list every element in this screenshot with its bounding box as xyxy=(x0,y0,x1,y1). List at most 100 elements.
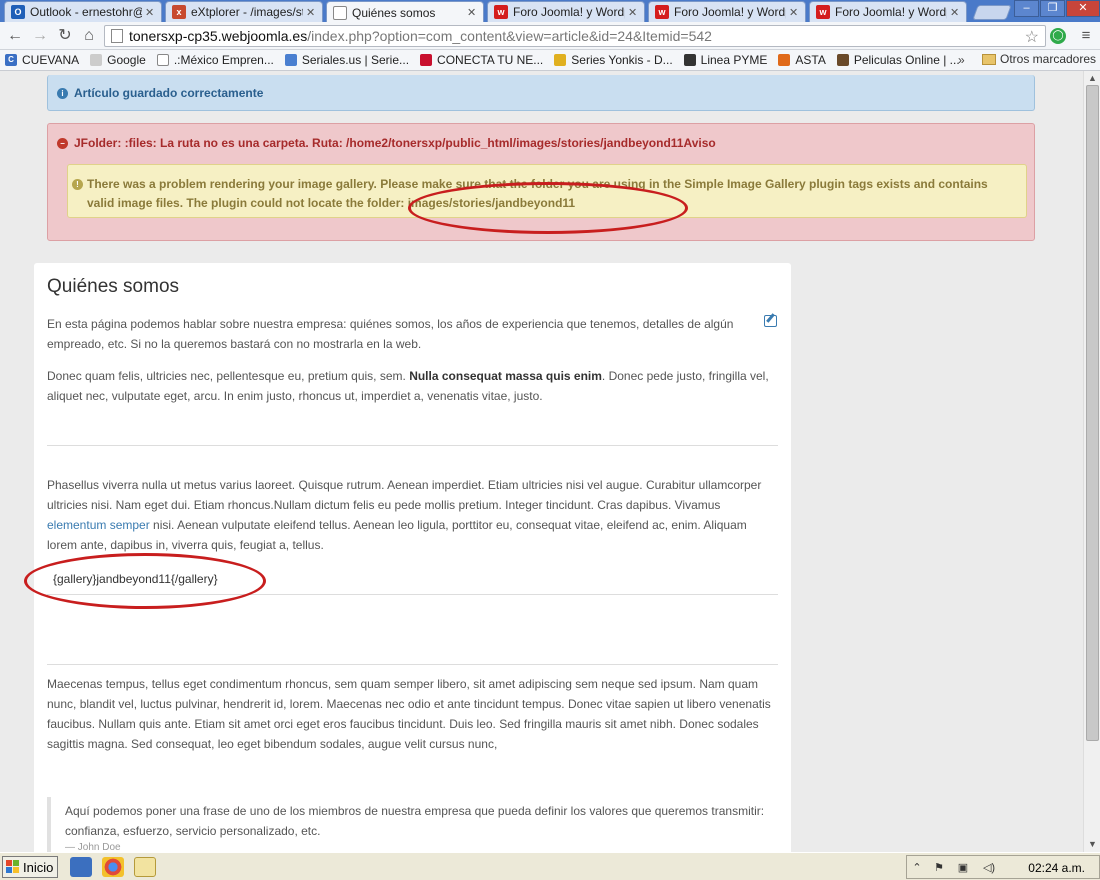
bookmark-label: Series Yonkis - D... xyxy=(571,53,673,67)
browser-tab[interactable]: x eXtplorer - /images/st ✕ xyxy=(165,1,323,22)
quote-text: Aquí podemos poner una frase de uno de l… xyxy=(65,804,765,838)
quicklaunch-ie-icon[interactable] xyxy=(70,857,92,877)
article-card: Quiénes somos En esta página podemos hab… xyxy=(34,263,791,852)
explorer-icon[interactable] xyxy=(134,857,156,877)
tab-close-icon[interactable]: ✕ xyxy=(467,6,477,19)
chrome-icon[interactable] xyxy=(102,857,124,877)
start-button[interactable]: Inicio xyxy=(2,856,58,878)
success-alert: i Artículo guardado correctamente xyxy=(47,75,1035,111)
article-title: Quiénes somos xyxy=(47,276,180,297)
page-icon xyxy=(333,5,347,20)
bookmark-star-icon[interactable]: ☆ xyxy=(1025,27,1039,47)
volume-icon[interactable]: ◁) xyxy=(981,861,997,874)
system-tray: ⌃ ⚑ ▣ ◁) 02:24 a.m. xyxy=(906,855,1100,879)
page-icon xyxy=(111,29,123,43)
bookmark-label: Google xyxy=(107,53,146,67)
bookmark-label: .:México Empren... xyxy=(173,53,274,67)
tab-close-icon[interactable]: ✕ xyxy=(628,6,638,19)
bookmark-item[interactable]: Series Yonkis - D... xyxy=(549,53,678,67)
quote-author: — John Doe xyxy=(65,842,121,852)
tab-title: Foro Joomla! y Wordp xyxy=(513,5,625,19)
bookmark-item[interactable]: Google xyxy=(85,53,152,67)
bookmark-item[interactable]: Linea PYME xyxy=(679,53,774,67)
tab-title: Outlook - ernestohr@ xyxy=(30,5,142,19)
browser-tab[interactable]: w Foro Joomla! y Wordp ✕ xyxy=(487,1,645,22)
scroll-up-arrow-icon[interactable]: ▲ xyxy=(1087,73,1098,83)
bookmark-favicon-icon xyxy=(836,54,849,66)
forum-icon: w xyxy=(655,5,669,19)
vertical-scrollbar[interactable]: ▲ ▼ xyxy=(1083,71,1100,852)
browser-tab[interactable]: w Foro Joomla! y Wordp ✕ xyxy=(648,1,806,22)
tray-expand-icon[interactable]: ⌃ xyxy=(909,861,925,874)
edit-icon[interactable] xyxy=(764,315,777,327)
scroll-down-arrow-icon[interactable]: ▼ xyxy=(1087,839,1098,849)
bookmark-item[interactable]: Seriales.us | Serie... xyxy=(280,53,415,67)
minimize-button[interactable]: – xyxy=(1014,0,1039,17)
bookmark-label: ASTA xyxy=(795,53,826,67)
tab-close-icon[interactable]: ✕ xyxy=(145,6,155,19)
start-label: Inicio xyxy=(23,859,54,875)
tab-title: Quiénes somos xyxy=(352,5,436,20)
scroll-thumb[interactable] xyxy=(1086,85,1099,741)
windows-logo-icon xyxy=(6,860,20,874)
warning-message: There was a problem rendering your image… xyxy=(87,177,988,210)
restore-button[interactable]: ❐ xyxy=(1040,0,1065,17)
tab-title: Foro Joomla! y Wordp xyxy=(674,5,786,19)
divider xyxy=(47,445,778,446)
bookmark-item[interactable]: Peliculas Online | ... xyxy=(832,53,966,67)
tab-strip: O Outlook - ernestohr@ ✕ x eXtplorer - /imag… xyxy=(0,0,1100,23)
browser-tab[interactable]: w Foro Joomla! y Wordp ✕ xyxy=(809,1,967,22)
bookmark-item[interactable]: C CUEVANA xyxy=(0,53,85,67)
bookmark-item[interactable]: .:México Empren... xyxy=(152,53,280,67)
bookmark-label: Peliculas Online | ... xyxy=(853,53,960,67)
browser-tab[interactable]: Quiénes somos ✕ xyxy=(326,1,484,23)
flag-icon[interactable]: ⚑ xyxy=(931,861,947,874)
new-tab-button[interactable] xyxy=(972,5,1012,20)
info-icon: i xyxy=(57,88,68,99)
bookmark-favicon-icon xyxy=(683,54,696,66)
bookmark-item[interactable]: CONECTA TU NE... xyxy=(415,53,549,67)
elementum-semper-link[interactable]: elementum semper xyxy=(47,518,150,532)
article-paragraph-2: Donec quam felis, ultricies nec, pellent… xyxy=(47,369,769,403)
outlook-icon: O xyxy=(11,5,25,19)
tab-close-icon[interactable]: ✕ xyxy=(950,6,960,19)
bookmark-favicon-icon xyxy=(284,54,297,66)
address-bar[interactable]: tonersxp-cp35.webjoomla.es/index.php?opt… xyxy=(104,25,1046,47)
tab-title: eXtplorer - /images/st xyxy=(191,5,303,19)
tab-close-icon[interactable]: ✕ xyxy=(789,6,799,19)
bookmark-label: CONECTA TU NE... xyxy=(437,53,544,67)
network-icon[interactable]: ▣ xyxy=(955,861,971,874)
home-button[interactable]: ⌂ xyxy=(79,26,99,46)
article-paragraph-3: Phasellus viverra nulla ut metus varius … xyxy=(47,478,762,552)
warning-icon: ! xyxy=(72,179,83,190)
browser-tab[interactable]: O Outlook - ernestohr@ ✕ xyxy=(4,1,162,22)
article-intro: En esta página podemos hablar sobre nues… xyxy=(47,317,734,351)
clock: 02:24 a.m. xyxy=(1028,861,1085,875)
bold-phrase: Nulla consequat massa quis enim xyxy=(409,369,602,383)
divider xyxy=(47,664,778,665)
error-alert: − JFolder: :files: La ruta no es una car… xyxy=(47,123,1035,241)
bookmark-favicon-icon: C xyxy=(5,54,17,66)
other-bookmarks-label: Otros marcadores xyxy=(1000,52,1097,66)
error-icon: − xyxy=(57,138,68,149)
bookmark-item[interactable]: ASTA xyxy=(773,53,831,67)
success-message: Artículo guardado correctamente xyxy=(74,86,264,100)
article-blockquote: Aquí podemos poner una frase de uno de l… xyxy=(47,797,791,852)
bookmark-label: Seriales.us | Serie... xyxy=(301,53,410,67)
bookmarks-overflow-button[interactable]: » xyxy=(958,53,965,67)
bookmark-label: CUEVANA xyxy=(22,53,80,67)
back-button[interactable]: ← xyxy=(5,26,25,46)
bookmark-favicon-icon xyxy=(156,54,169,66)
reload-button[interactable]: ↻ xyxy=(55,26,75,46)
forward-button[interactable]: → xyxy=(30,26,50,46)
extension-icon[interactable]: ◯ xyxy=(1050,28,1066,44)
bookmark-favicon-icon xyxy=(420,54,433,66)
close-window-button[interactable]: ✕ xyxy=(1066,0,1100,17)
other-bookmarks-folder[interactable]: Otros marcadores xyxy=(982,52,1096,66)
tab-close-icon[interactable]: ✕ xyxy=(306,6,316,19)
menu-icon[interactable]: ≡ xyxy=(1076,26,1096,46)
extplorer-icon: x xyxy=(172,5,186,19)
bookmark-label: Linea PYME xyxy=(700,53,768,67)
gallery-plugin-tag: {gallery}jandbeyond11{/gallery} xyxy=(53,572,218,586)
bookmark-favicon-icon xyxy=(90,54,103,66)
